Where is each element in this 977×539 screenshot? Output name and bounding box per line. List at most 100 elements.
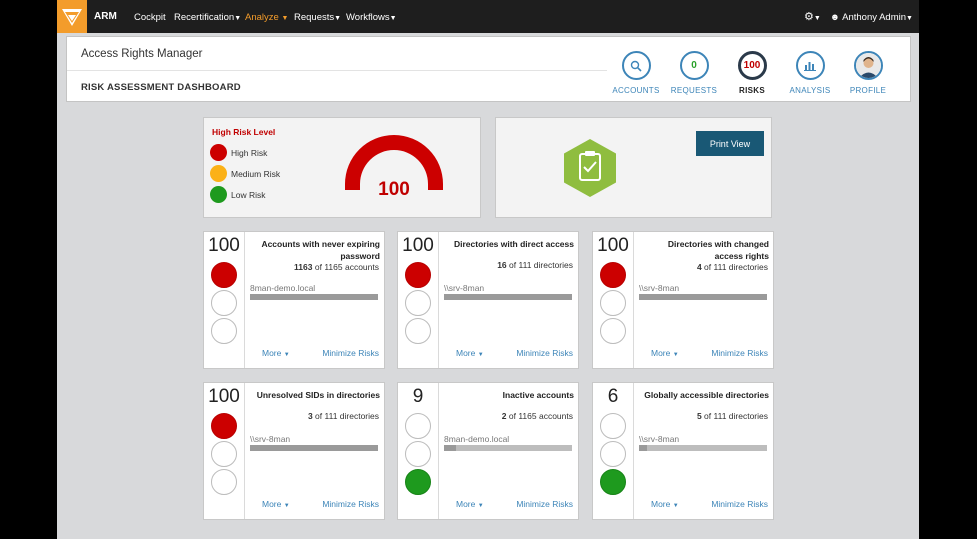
user-name: Anthony Admin <box>842 12 907 23</box>
minimize-risks-link[interactable]: Minimize Risks <box>711 348 768 358</box>
risk-indicator-column: 100 <box>398 232 439 368</box>
caret-down-icon: ▼ <box>234 15 242 22</box>
risk-score: 100 <box>597 235 629 256</box>
risk-progress-bar <box>444 445 572 451</box>
more-dropdown[interactable]: More ▼ <box>262 499 290 509</box>
nav-recertification[interactable]: Recertification▼ <box>174 12 241 23</box>
traffic-light-medium <box>405 441 431 467</box>
brand-label[interactable]: ARM <box>94 11 117 22</box>
more-dropdown[interactable]: More ▼ <box>456 348 484 358</box>
nav-profile[interactable]: PROFILE <box>838 51 898 95</box>
nav-label: Workflows <box>346 12 390 23</box>
search-icon <box>621 51 651 80</box>
avatar <box>853 51 883 80</box>
settings-gear-icon[interactable]: ⚙▼ <box>804 10 821 23</box>
more-dropdown[interactable]: More ▼ <box>456 499 484 509</box>
page-title: RISK ASSESSMENT DASHBOARD <box>81 82 241 93</box>
traffic-light-high <box>405 413 431 439</box>
nav-analysis[interactable]: ANALYSIS <box>780 51 840 95</box>
risk-score: 9 <box>412 386 424 407</box>
green-dot-icon <box>210 186 227 203</box>
risk-count-suffix: of 111 directories <box>704 411 768 421</box>
header-divider <box>67 70 607 71</box>
risk-count-suffix: of 1165 accounts <box>314 262 379 272</box>
risk-card: 100 Directories with direct access 16 of 1… <box>397 231 579 369</box>
nav-label: Requests <box>294 12 335 23</box>
risk-count-suffix: of 111 directories <box>509 260 573 270</box>
print-view-button[interactable]: Print View <box>696 131 764 156</box>
risk-source: \\srv-8man <box>639 283 680 293</box>
risk-indicator-column: 100 <box>593 232 634 368</box>
traffic-light-medium <box>600 290 626 316</box>
solarwinds-logo[interactable] <box>57 0 87 33</box>
nav-accounts-label: ACCOUNTS <box>612 86 660 95</box>
caret-down-icon: ▼ <box>477 352 484 358</box>
nav-requests-tab[interactable]: 0 REQUESTS <box>664 51 724 95</box>
user-menu[interactable]: ☻ Anthony Admin▼ <box>830 12 913 23</box>
nav-analyze[interactable]: Analyze ▼ <box>245 12 288 23</box>
risk-card: 100 Directories with changed access right… <box>592 231 774 369</box>
risk-source: 8man-demo.local <box>250 283 316 293</box>
traffic-light-low <box>211 318 237 344</box>
risk-source: 8man-demo.local <box>444 434 510 444</box>
nav-label: Cockpit <box>134 12 166 23</box>
risk-progress-fill <box>444 445 456 451</box>
user-icon: ☻ <box>830 12 840 23</box>
traffic-light-high <box>600 413 626 439</box>
risk-count: 4 of 111 directories <box>638 262 768 272</box>
risk-indicator-column: 9 <box>398 383 439 519</box>
more-label: More <box>262 348 282 358</box>
minimize-risks-link[interactable]: Minimize Risks <box>711 499 768 509</box>
traffic-light-low <box>600 469 626 495</box>
risk-count-value: 3 <box>307 411 313 421</box>
risk-score: 100 <box>208 386 240 407</box>
risk-progress-fill <box>639 294 767 300</box>
more-label: More <box>456 499 476 509</box>
risk-progress-fill <box>250 294 378 300</box>
minimize-risks-link[interactable]: Minimize Risks <box>516 499 573 509</box>
risk-source: \\srv-8man <box>250 434 291 444</box>
risk-card-title: Directories with direct access <box>453 239 574 249</box>
nav-cockpit[interactable]: Cockpit <box>134 12 166 23</box>
risk-level-title: High Risk Level <box>212 127 276 137</box>
legend-label: Medium Risk <box>231 168 281 179</box>
more-label: More <box>262 499 282 509</box>
nav-workflows[interactable]: Workflows▼ <box>346 12 397 23</box>
caret-down-icon: ▼ <box>389 15 397 22</box>
risk-score: 6 <box>607 386 619 407</box>
traffic-light-medium <box>211 441 237 467</box>
risk-count: 16 of 111 directories <box>443 260 573 270</box>
risk-card: 9 Inactive accounts 2 of 1165 accounts 8man… <box>397 382 579 520</box>
nav-risks[interactable]: 100 RISKS <box>722 51 782 95</box>
risk-count: 1163 of 1165 accounts <box>249 262 379 272</box>
minimize-risks-link[interactable]: Minimize Risks <box>322 348 379 358</box>
nav-accounts[interactable]: ACCOUNTS <box>606 51 666 95</box>
risk-card-title: Unresolved SIDs in directories <box>256 390 380 400</box>
risk-source: \\srv-8man <box>444 283 485 293</box>
nav-risks-label: RISKS <box>739 86 765 95</box>
nav-analysis-label: ANALYSIS <box>789 86 831 95</box>
risk-score: 100 <box>402 235 434 256</box>
more-dropdown[interactable]: More ▼ <box>651 499 679 509</box>
nav-requests[interactable]: Requests▼ <box>294 12 341 23</box>
risk-card-title: Globally accessible directories <box>644 390 769 400</box>
minimize-risks-link[interactable]: Minimize Risks <box>516 348 573 358</box>
nav-label: Analyze <box>245 12 279 23</box>
risk-count-value: 1163 <box>294 262 313 272</box>
traffic-light-low <box>211 469 237 495</box>
risk-indicator-column: 100 <box>204 383 245 519</box>
risk-count-suffix: of 1165 accounts <box>508 411 573 421</box>
risks-count: 100 <box>737 51 767 80</box>
risk-count: 3 of 111 directories <box>249 411 379 421</box>
nav-label: Recertification <box>174 12 235 23</box>
risk-card-title: Accounts with never expiring password <box>261 239 380 261</box>
more-dropdown[interactable]: More ▼ <box>651 348 679 358</box>
risk-count-value: 5 <box>696 411 702 421</box>
risk-progress-fill <box>250 445 378 451</box>
more-dropdown[interactable]: More ▼ <box>262 348 290 358</box>
risk-card: 6 Globally accessible directories 5 of 111… <box>592 382 774 520</box>
minimize-risks-link[interactable]: Minimize Risks <box>322 499 379 509</box>
traffic-light-low <box>405 469 431 495</box>
traffic-light-low <box>600 318 626 344</box>
caret-down-icon: ▼ <box>334 15 342 22</box>
